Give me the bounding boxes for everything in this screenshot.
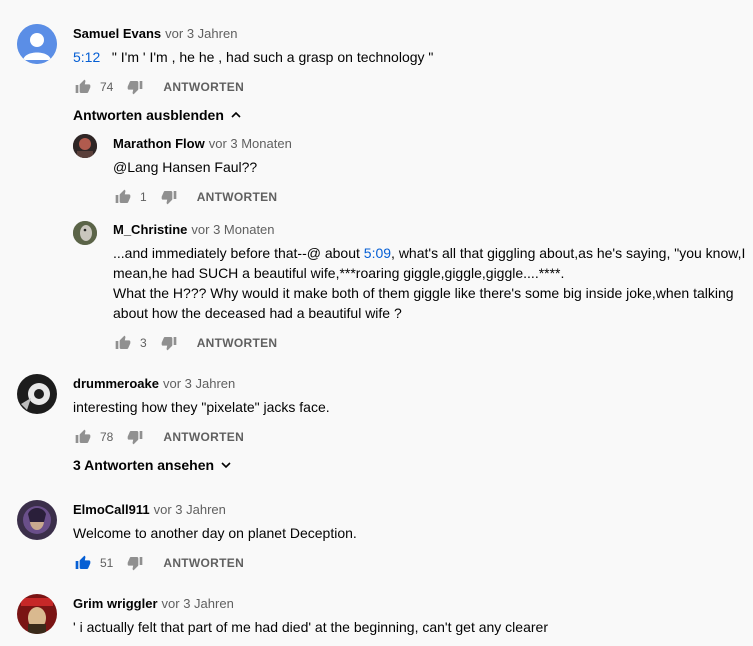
comment-actions: 3 ANTWORTEN <box>113 331 279 355</box>
user-avatar-image <box>73 221 97 245</box>
comment-actions: 51 ANTWORTEN <box>73 551 246 575</box>
like-count: 1 <box>140 190 147 204</box>
comment-text-line: ...and immediately before that--@ about … <box>113 243 746 263</box>
comment-time[interactable]: vor 3 Jahren <box>154 502 226 517</box>
timestamp-link[interactable]: 5:09 <box>364 245 391 261</box>
avatar[interactable] <box>73 221 97 245</box>
like-count: 78 <box>100 430 114 444</box>
comment-time[interactable]: vor 3 Jahren <box>162 596 234 611</box>
like-count: 74 <box>100 80 114 94</box>
comment-text-line: What the H??? Why would it make both of … <box>113 285 734 301</box>
reply-button[interactable]: ANTWORTEN <box>161 552 246 574</box>
avatar[interactable] <box>73 134 97 158</box>
replies-toggle-label: Antworten ausblenden <box>73 107 224 123</box>
dislike-button[interactable] <box>125 427 145 447</box>
dislike-button[interactable] <box>159 187 179 207</box>
author-name[interactable]: M_Christine <box>113 222 187 237</box>
thumbs-up-icon <box>75 555 91 569</box>
avatar[interactable] <box>17 500 57 540</box>
timestamp-link[interactable]: 5:12 <box>73 49 100 65</box>
comment-actions: 78 ANTWORTEN <box>73 425 246 449</box>
thumbs-down-icon <box>128 81 143 95</box>
comment-text: Welcome to another day on planet Decepti… <box>73 525 357 541</box>
author-name[interactable]: Samuel Evans <box>73 26 161 41</box>
chevron-up-icon <box>231 111 241 118</box>
user-avatar-image <box>17 594 57 634</box>
thumbs-down-icon <box>128 557 143 571</box>
avatar[interactable] <box>17 594 57 634</box>
reply-button[interactable]: ANTWORTEN <box>161 76 246 98</box>
comment-header: Grim wriggler vor 3 Jahren <box>73 595 234 613</box>
author-name[interactable]: ElmoCall911 <box>73 502 150 517</box>
comment-header: Samuel Evans vor 3 Jahren <box>73 25 237 43</box>
comment-text: interesting how they "pixelate" jacks fa… <box>73 399 330 415</box>
reply-button[interactable]: ANTWORTEN <box>195 332 280 354</box>
comment-header: ElmoCall911 vor 3 Jahren <box>73 501 226 519</box>
avatar[interactable] <box>17 374 57 414</box>
comment-text-content: ...and immediately before that--@ about <box>113 245 364 261</box>
hide-replies-button[interactable]: Antworten ausblenden <box>73 105 242 125</box>
comment-text-line: mean,he had SUCH a beautiful wife,***roa… <box>113 265 565 281</box>
comment-text: @Lang Hansen Faul?? <box>113 159 258 175</box>
comment-header: M_Christine vor 3 Monaten <box>113 221 275 239</box>
thumbs-up-icon <box>75 79 91 93</box>
comment-header: drummeroake vor 3 Jahren <box>73 375 235 393</box>
default-avatar-icon <box>17 24 57 64</box>
reply-button[interactable]: ANTWORTEN <box>195 186 280 208</box>
dislike-button[interactable] <box>125 553 145 573</box>
like-button[interactable] <box>73 427 93 447</box>
comment-text: ' i actually felt that part of me had di… <box>73 619 548 635</box>
avatar[interactable] <box>17 24 57 64</box>
dislike-button[interactable] <box>125 77 145 97</box>
like-count: 51 <box>100 556 114 570</box>
like-button[interactable] <box>73 77 93 97</box>
chevron-down-icon <box>221 462 231 469</box>
comment-text-content: " I'm ' I'm , he he , had such a grasp o… <box>111 49 434 65</box>
dislike-button[interactable] <box>159 333 179 353</box>
comment-text: 5:12 " I'm ' I'm , he he , had such a gr… <box>73 47 433 67</box>
like-count: 3 <box>140 336 147 350</box>
author-name[interactable]: drummeroake <box>73 376 159 391</box>
comment-text-line: about how the deceased had a beautiful w… <box>113 305 402 321</box>
thumbs-up-icon <box>75 429 91 443</box>
author-name[interactable]: Marathon Flow <box>113 136 205 151</box>
thumbs-up-icon <box>115 335 131 349</box>
comment-time[interactable]: vor 3 Jahren <box>165 26 237 41</box>
user-avatar-image <box>17 500 57 540</box>
thumbs-down-icon <box>161 337 177 351</box>
comment-actions: 1 ANTWORTEN <box>113 185 279 209</box>
like-button[interactable] <box>113 187 133 207</box>
comment-time[interactable]: vor 3 Monaten <box>191 222 274 237</box>
comment-time[interactable]: vor 3 Monaten <box>209 136 292 151</box>
comment-time[interactable]: vor 3 Jahren <box>163 376 235 391</box>
thumbs-up-icon <box>115 189 131 203</box>
like-button[interactable] <box>113 333 133 353</box>
reply-button[interactable]: ANTWORTEN <box>161 426 246 448</box>
user-avatar-image <box>73 134 97 158</box>
replies-toggle-label: 3 Antworten ansehen <box>73 457 215 473</box>
thumbs-down-icon <box>161 191 177 205</box>
author-name[interactable]: Grim wriggler <box>73 596 158 611</box>
like-button[interactable] <box>73 553 93 573</box>
user-avatar-image <box>17 374 57 414</box>
comment-text-content: , what's all that giggling about,as he's… <box>391 245 746 261</box>
comment-text: ...and immediately before that--@ about … <box>113 243 746 323</box>
thumbs-down-icon <box>128 431 143 445</box>
comment-actions: 74 ANTWORTEN <box>73 75 246 99</box>
comment-header: Marathon Flow vor 3 Monaten <box>113 135 292 153</box>
view-replies-button[interactable]: 3 Antworten ansehen <box>73 455 232 475</box>
